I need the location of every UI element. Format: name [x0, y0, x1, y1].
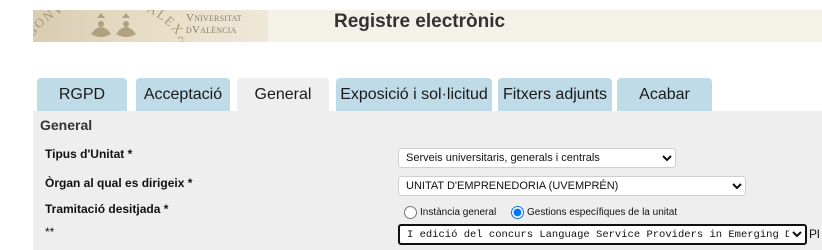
university-logo: AGONVM DECUS · ALEXAND Vniversitat dValè… — [33, 10, 268, 42]
radio-label: Gestions específiques de la unitat — [527, 206, 678, 218]
gestio-select[interactable]: I edició del concurs Language Service Pr… — [398, 224, 807, 245]
tab-label: Fitxers adjunts — [502, 86, 608, 103]
tab-fitxers-adjunts[interactable]: Fitxers adjunts — [498, 78, 612, 111]
tab-rgpd[interactable]: RGPD — [37, 78, 127, 111]
gestions-especifiques-option[interactable]: Gestions específiques de la unitat — [511, 203, 677, 221]
instancia-general-option[interactable]: Instància general — [404, 203, 496, 221]
clipped-text: Pl — [809, 227, 820, 241]
tipus-unitat-select[interactable]: Serveis universitaris, generals i centra… — [398, 148, 676, 168]
tab-exposicio-sollicitud[interactable]: Exposició i sol·licitud — [336, 78, 492, 111]
tab-acabar[interactable]: Acabar — [617, 78, 712, 111]
organ-select[interactable]: UNITAT D'EMPRENEDORIA (UVEMPRÉN) — [398, 176, 746, 196]
tab-acceptacio[interactable]: Acceptació — [136, 78, 230, 111]
gestio-label: ** — [45, 225, 55, 239]
tab-label: RGPD — [58, 86, 106, 103]
tab-label: Acabar — [639, 86, 690, 103]
university-name: Vniversitat dValència — [186, 12, 242, 36]
gestions-especifiques-radio[interactable] — [511, 205, 524, 219]
radio-label: Instància general — [420, 206, 497, 218]
section-title: General — [40, 117, 93, 133]
tab-label: General — [254, 86, 312, 103]
organ-label: Òrgan al qual es dirigeix * — [45, 176, 193, 190]
university-seal-icon: AGONVM DECUS · ALEXAND — [33, 10, 183, 42]
svg-text:AGONVM DECUS · ALEXAND: AGONVM DECUS · ALEXAND — [33, 10, 183, 42]
tab-label: Acceptació — [143, 86, 223, 103]
page-title: Registre electrònic — [334, 11, 506, 32]
tramitacio-label: Tramitació desitjada * — [45, 202, 169, 216]
tab-general[interactable]: General — [237, 78, 329, 112]
tab-label: Exposició i sol·licitud — [340, 86, 488, 103]
instancia-general-radio[interactable] — [404, 205, 417, 219]
tipus-unitat-label: Tipus d'Unitat * — [45, 147, 133, 161]
